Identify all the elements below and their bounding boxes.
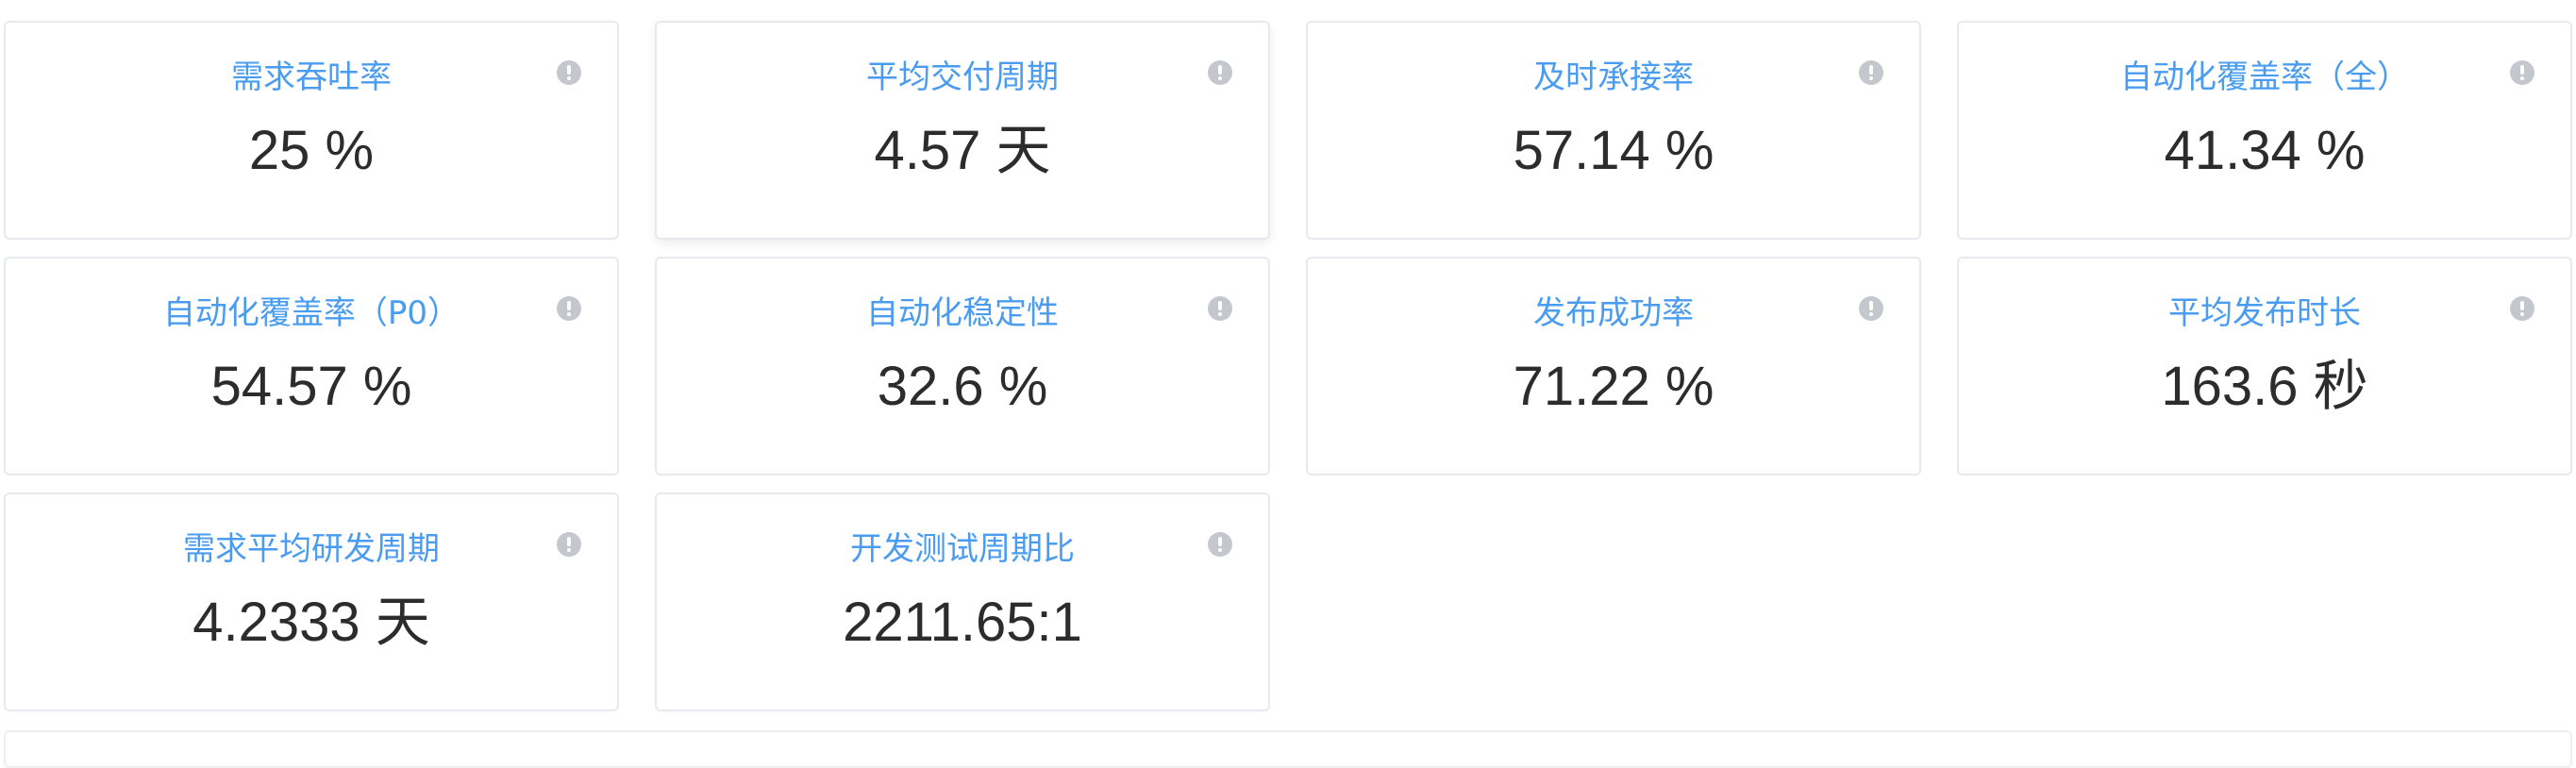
- info-circle-icon[interactable]: [2510, 60, 2534, 85]
- info-circle-icon[interactable]: [1208, 532, 1232, 557]
- metric-title: 需求吞吐率: [231, 58, 392, 96]
- info-circle-icon[interactable]: [557, 296, 581, 321]
- metric-title: 平均交付周期: [866, 58, 1059, 96]
- metric-value: 25 %: [248, 120, 375, 181]
- metric-value: 163.6 秒: [2161, 356, 2368, 417]
- metric-card-release-success-rate[interactable]: 发布成功率 71.22 %: [1306, 257, 1921, 476]
- metric-title: 开发测试周期比: [850, 530, 1075, 568]
- metric-title: 自动化稳定性: [866, 294, 1059, 332]
- metric-title: 平均发布时长: [2168, 294, 2361, 332]
- metric-card-automation-coverage-all[interactable]: 自动化覆盖率（全） 41.34 %: [1957, 21, 2572, 240]
- metric-card-throughput-rate[interactable]: 需求吞吐率 25 %: [4, 21, 619, 240]
- metric-card-automation-stability[interactable]: 自动化稳定性 32.6 %: [655, 257, 1270, 476]
- metric-title: 发布成功率: [1533, 294, 1694, 332]
- info-circle-icon[interactable]: [1859, 296, 1883, 321]
- metric-value: 4.2333 天: [192, 592, 430, 653]
- metric-card-avg-dev-cycle[interactable]: 需求平均研发周期 4.2333 天: [4, 493, 619, 711]
- metric-value: 57.14 %: [1513, 120, 1715, 181]
- info-circle-icon[interactable]: [2510, 296, 2534, 321]
- metric-value: 2211.65:1: [843, 592, 1082, 653]
- metric-value: 32.6 %: [877, 356, 1048, 417]
- metric-title: 及时承接率: [1533, 58, 1694, 96]
- metric-value: 71.22 %: [1513, 356, 1715, 417]
- metric-card-avg-release-duration[interactable]: 平均发布时长 163.6 秒: [1957, 257, 2572, 476]
- info-circle-icon[interactable]: [557, 532, 581, 557]
- metric-card-automation-coverage-p0[interactable]: 自动化覆盖率（P0） 54.57 %: [4, 257, 619, 476]
- metric-card-timely-acceptance-rate[interactable]: 及时承接率 57.14 %: [1306, 21, 1921, 240]
- metric-title: 需求平均研发周期: [183, 530, 440, 568]
- info-circle-icon[interactable]: [1208, 60, 1232, 85]
- metric-value: 54.57 %: [210, 356, 412, 417]
- metric-value: 41.34 %: [2164, 120, 2366, 181]
- bottom-panel: [4, 730, 2572, 768]
- info-circle-icon[interactable]: [557, 60, 581, 85]
- metrics-grid: 需求吞吐率 25 % 平均交付周期 4.57 天 及时承接率 57.14 % 自…: [4, 21, 2572, 711]
- metric-title: 自动化覆盖率（全）: [2120, 58, 2409, 96]
- metric-card-avg-delivery-cycle[interactable]: 平均交付周期 4.57 天: [655, 21, 1270, 240]
- metric-card-dev-test-cycle-ratio[interactable]: 开发测试周期比 2211.65:1: [655, 493, 1270, 711]
- info-circle-icon[interactable]: [1859, 60, 1883, 85]
- metric-value: 4.57 天: [874, 120, 1051, 181]
- metric-title: 自动化覆盖率（P0）: [162, 294, 460, 332]
- info-circle-icon[interactable]: [1208, 296, 1232, 321]
